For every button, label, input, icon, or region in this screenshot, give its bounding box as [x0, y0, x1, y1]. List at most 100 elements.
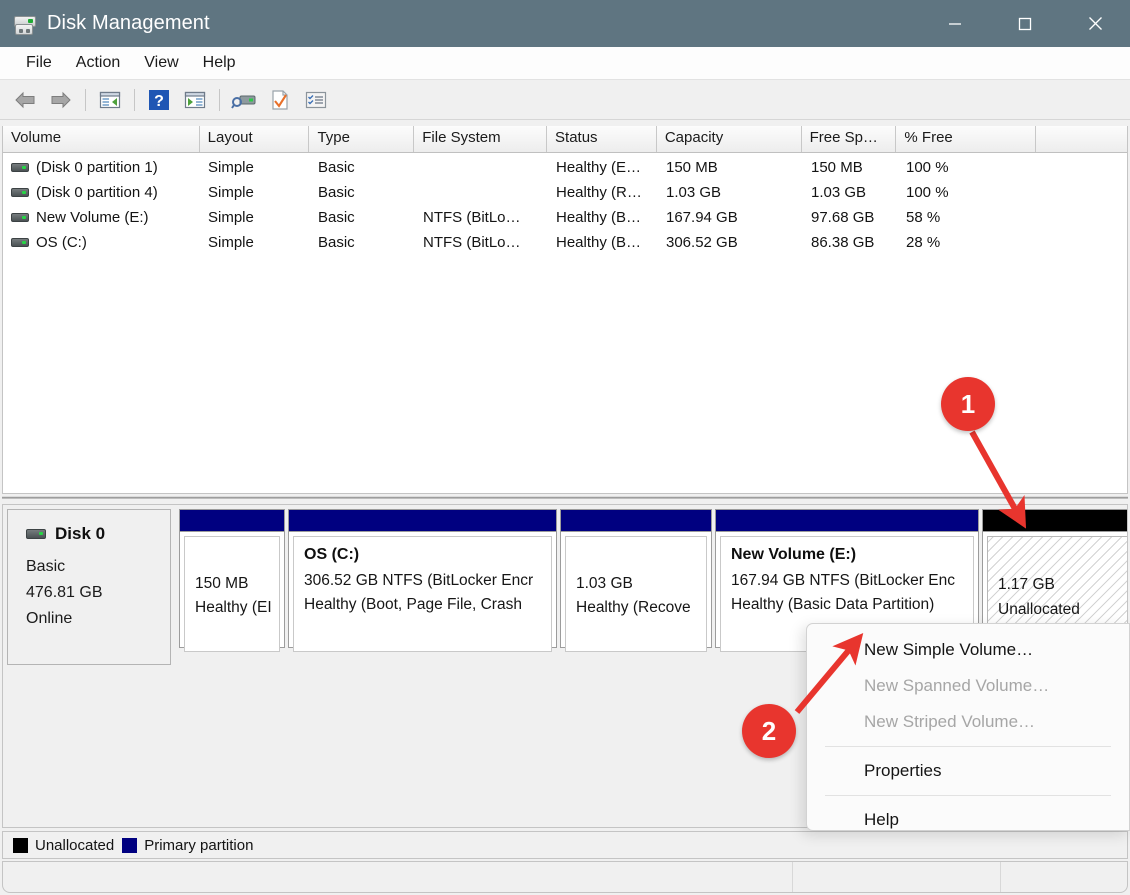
cell-layout: Simple: [208, 184, 254, 201]
maximize-icon[interactable]: [990, 0, 1060, 47]
annotation-badge-1: 1: [941, 377, 995, 431]
cell-volume: (Disk 0 partition 1): [3, 159, 200, 176]
column-header-status[interactable]: Status: [547, 126, 657, 152]
volume-drive-icon: [11, 163, 29, 172]
column-header-type[interactable]: Type: [309, 126, 415, 152]
properties-icon[interactable]: [263, 85, 297, 115]
disk-info-panel[interactable]: Disk 0 Basic 476.81 GB Online: [7, 509, 171, 665]
column-header-layout[interactable]: Layout: [199, 126, 310, 152]
disk-title: Disk 0: [26, 524, 170, 544]
disk-management-icon: [14, 13, 36, 35]
cell-free-space: 1.03 GB: [811, 184, 867, 201]
legend-label-primary-partition: Primary partition: [144, 836, 254, 854]
column-header-capacity[interactable]: Capacity: [656, 126, 802, 152]
legend-swatch-primary-icon: [122, 837, 138, 853]
cell-volume-label: New Volume (E:): [36, 209, 149, 226]
column-header-percent-free[interactable]: % Free: [896, 126, 1037, 152]
cell-volume-label: OS (C:): [36, 234, 87, 251]
cell-capacity: 1.03 GB: [666, 184, 722, 201]
action-list-icon[interactable]: [299, 85, 333, 115]
cell-percent-free: 28 %: [906, 234, 941, 251]
cell-capacity: 150 MB: [666, 159, 718, 176]
minimize-icon[interactable]: [920, 0, 990, 47]
volume-drive-icon: [11, 238, 29, 247]
partition-block-efi[interactable]: 150 MB Healthy (EI: [179, 509, 285, 652]
toolbar-separator: [219, 88, 220, 111]
cell-type: Basic: [318, 209, 355, 226]
partition-size: 167.94 GB NTFS (BitLocker Enc: [731, 572, 955, 589]
forward-icon[interactable]: [44, 85, 78, 115]
column-header-free-space[interactable]: Free Sp…: [801, 126, 897, 152]
partition-body: OS (C:) 306.52 GB NTFS (BitLocker Encr H…: [293, 536, 552, 652]
partition-size: 150 MB: [195, 575, 249, 592]
partition-body: 1.03 GB Healthy (Recove: [565, 536, 707, 652]
pane-splitter[interactable]: [2, 494, 1128, 504]
menu-view[interactable]: View: [132, 51, 190, 75]
show-hide-console-tree-icon[interactable]: [93, 85, 127, 115]
help-icon[interactable]: ?: [142, 85, 176, 115]
menu-file[interactable]: File: [14, 51, 64, 75]
toolbar-separator: [134, 88, 135, 111]
partition-status: Unallocated: [998, 601, 1080, 619]
menu-item-new-simple-volume[interactable]: New Simple Volume…: [807, 632, 1129, 668]
status-bar: [2, 861, 1128, 893]
cell-percent-free: 58 %: [906, 209, 941, 226]
cell-layout: Simple: [208, 159, 254, 176]
menu-item-new-spanned-volume: New Spanned Volume…: [864, 676, 1050, 695]
show-hide-action-pane-icon[interactable]: [178, 85, 212, 115]
partition-capacity-bar: [983, 510, 1127, 532]
volume-list-header: Volume Layout Type File System Status Ca…: [3, 126, 1127, 153]
status-bar-cell-middle: [793, 862, 1001, 892]
volume-drive-icon: [11, 213, 29, 222]
title-bar: Disk Management: [0, 0, 1130, 47]
table-row[interactable]: (Disk 0 partition 1) Simple Basic Health…: [3, 155, 1127, 180]
annotation-badge-2: 2: [742, 704, 796, 758]
close-icon[interactable]: [1060, 0, 1130, 47]
menu-item-properties[interactable]: Properties: [807, 753, 1129, 789]
cell-volume: OS (C:): [3, 234, 200, 251]
partition-block-recovery[interactable]: 1.03 GB Healthy (Recove: [560, 509, 712, 652]
table-row[interactable]: OS (C:) Simple Basic NTFS (BitLo… Health…: [3, 230, 1127, 255]
column-header-volume[interactable]: Volume: [3, 126, 200, 152]
status-bar-cell-main: [3, 862, 793, 892]
legend-item-unallocated: Unallocated: [13, 837, 114, 854]
menu-separator: [825, 746, 1111, 747]
cell-percent-free: 100 %: [906, 159, 949, 176]
back-icon[interactable]: [8, 85, 42, 115]
column-header-blank[interactable]: [1036, 126, 1127, 152]
window-title: Disk Management: [47, 12, 210, 34]
partition-name: New Volume (E:): [731, 546, 857, 563]
partition-size: 1.03 GB: [576, 575, 633, 592]
cell-layout: Simple: [208, 234, 254, 251]
menu-help[interactable]: Help: [191, 51, 248, 75]
table-row[interactable]: New Volume (E:) Simple Basic NTFS (BitLo…: [3, 205, 1127, 230]
partition-capacity-bar: [180, 510, 284, 532]
partition-status: Healthy (EI: [195, 598, 272, 616]
menu-action[interactable]: Action: [64, 51, 132, 75]
cell-volume-label: (Disk 0 partition 1): [36, 159, 158, 176]
disk-drive-icon: [26, 529, 46, 539]
cell-layout: Simple: [208, 209, 254, 226]
rescan-disks-icon[interactable]: [227, 85, 261, 115]
menu-bar: File Action View Help: [0, 47, 1130, 80]
cell-capacity: 167.94 GB: [666, 209, 738, 226]
cell-file-system: NTFS (BitLo…: [423, 234, 521, 251]
disk-name-label: Disk 0: [55, 524, 106, 543]
disk-type-label: Basic: [26, 558, 66, 575]
table-row[interactable]: (Disk 0 partition 4) Simple Basic Health…: [3, 180, 1127, 205]
menu-separator: [825, 795, 1111, 796]
cell-percent-free: 100 %: [906, 184, 949, 201]
partition-name: OS (C:): [304, 546, 360, 563]
partition-size: 306.52 GB NTFS (BitLocker Encr: [304, 572, 534, 589]
partition-block-os-c[interactable]: OS (C:) 306.52 GB NTFS (BitLocker Encr H…: [288, 509, 557, 652]
cell-status: Healthy (B…: [556, 209, 642, 226]
menu-item-help[interactable]: Help: [807, 802, 1129, 838]
toolbar-separator: [85, 88, 86, 111]
partition-status: Healthy (Basic Data Partition): [731, 595, 935, 613]
cell-type: Basic: [318, 234, 355, 251]
volume-list-pane: Volume Layout Type File System Status Ca…: [2, 126, 1128, 494]
partition-capacity-bar: [561, 510, 711, 532]
disk-size-label: 476.81 GB: [26, 583, 103, 601]
column-header-file-system[interactable]: File System: [414, 126, 548, 152]
volume-drive-icon: [11, 188, 29, 197]
